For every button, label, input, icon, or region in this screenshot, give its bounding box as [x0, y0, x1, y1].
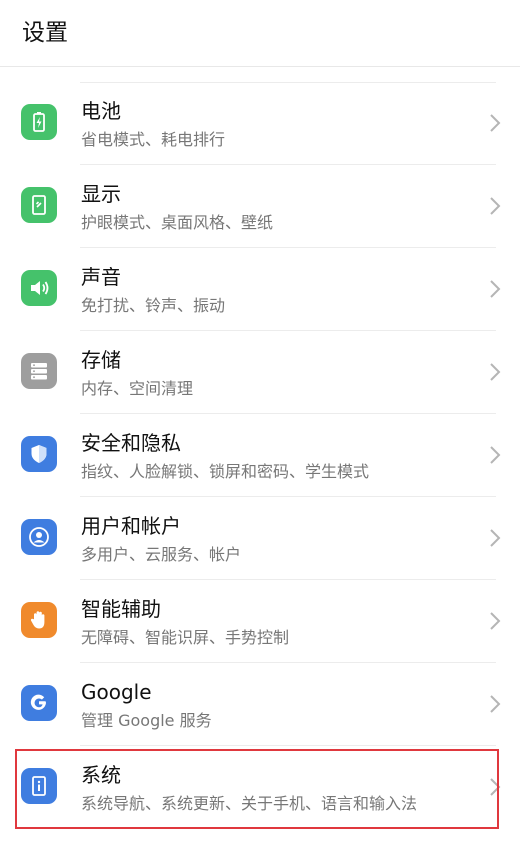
chevron-right-icon: [488, 278, 502, 300]
item-title: 安全和隐私: [81, 431, 181, 455]
chevron-right-icon: [488, 444, 502, 466]
user-icon: [21, 519, 57, 555]
settings-item-google[interactable]: Google 管理 Google 服务: [0, 663, 520, 746]
item-subtitle: 省电模式、耗电排行: [81, 130, 226, 149]
speaker-icon: [21, 270, 57, 306]
item-title: Google: [81, 680, 152, 704]
item-subtitle: 指纹、人脸解锁、锁屏和密码、学生模式: [81, 462, 370, 481]
chevron-right-icon: [488, 361, 502, 383]
settings-item-battery[interactable]: 电池 省电模式、耗电排行: [0, 82, 520, 165]
item-subtitle: 免打扰、铃声、振动: [81, 296, 226, 315]
settings-item-system[interactable]: 系统 系统导航、系统更新、关于手机、语言和输入法: [0, 746, 520, 836]
settings-item-storage[interactable]: 存储 内存、空间清理: [0, 331, 520, 414]
chevron-right-icon: [488, 776, 502, 798]
item-subtitle: 护眼模式、桌面风格、壁纸: [81, 213, 274, 232]
item-title: 用户和帐户: [81, 514, 181, 538]
chevron-right-icon: [488, 693, 502, 715]
chevron-right-icon: [488, 610, 502, 632]
system-info-icon: [21, 768, 57, 804]
battery-icon: [21, 104, 57, 140]
settings-item-sound[interactable]: 声音 免打扰、铃声、振动: [0, 248, 520, 331]
display-icon: [21, 187, 57, 223]
item-title: 存储: [81, 348, 121, 372]
item-subtitle: 多用户、云服务、帐户: [81, 545, 242, 564]
item-subtitle: 系统导航、系统更新、关于手机、语言和输入法: [81, 794, 418, 813]
shield-icon: [21, 436, 57, 472]
item-title: 声音: [81, 265, 121, 289]
settings-item-security[interactable]: 安全和隐私 指纹、人脸解锁、锁屏和密码、学生模式: [0, 414, 520, 497]
item-title: 显示: [81, 182, 121, 206]
google-icon: [21, 685, 57, 721]
hand-icon: [21, 602, 57, 638]
chevron-right-icon: [488, 527, 502, 549]
chevron-right-icon: [488, 112, 502, 134]
page-title: 设置: [22, 20, 68, 46]
item-title: 智能辅助: [81, 597, 161, 621]
item-title: 电池: [81, 99, 121, 123]
item-subtitle: 管理 Google 服务: [81, 711, 212, 730]
settings-item-accounts[interactable]: 用户和帐户 多用户、云服务、帐户: [0, 497, 520, 580]
settings-item-smart-assist[interactable]: 智能辅助 无障碍、智能识屏、手势控制: [0, 580, 520, 663]
item-subtitle: 无障碍、智能识屏、手势控制: [81, 628, 290, 647]
settings-item-display[interactable]: 显示 护眼模式、桌面风格、壁纸: [0, 165, 520, 248]
chevron-right-icon: [488, 195, 502, 217]
storage-icon: [21, 353, 57, 389]
item-title: 系统: [81, 763, 121, 787]
app-header: 设置: [0, 0, 520, 67]
item-subtitle: 内存、空间清理: [81, 379, 194, 398]
